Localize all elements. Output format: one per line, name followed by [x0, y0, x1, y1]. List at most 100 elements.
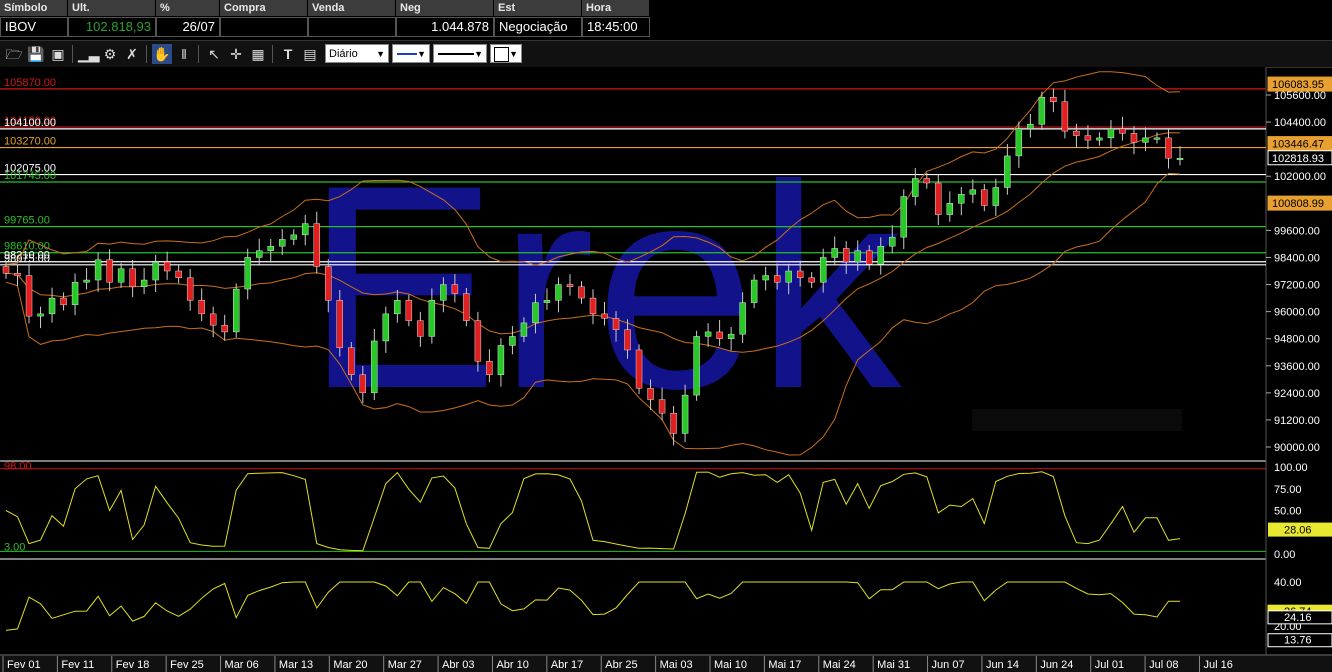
candle-body [624, 329, 631, 351]
candle-body [1165, 137, 1172, 159]
neg-value: 1.044.878 [396, 17, 494, 37]
image-icon[interactable]: ▣ [48, 44, 68, 64]
level-label: 104100.00 [4, 117, 56, 129]
candle-body [497, 345, 505, 375]
candle-body [2, 266, 10, 274]
cursor-icon[interactable]: ↖ [204, 44, 224, 64]
status-value: Negociação [494, 17, 582, 37]
candle-body [1153, 137, 1161, 140]
candle-body [1119, 128, 1126, 134]
price-tag-label: 100808.99 [1272, 198, 1324, 210]
delete-icon[interactable]: ▤ [300, 44, 320, 64]
candle-body [244, 257, 251, 290]
line-style-select[interactable]: ▼ [433, 44, 487, 63]
candle-body [796, 270, 804, 278]
candle-body [140, 279, 148, 287]
chart-style-icon[interactable]: ▁▃ [78, 44, 100, 64]
osc-upper-label: 98.00 [4, 461, 32, 473]
candle-body [854, 250, 861, 263]
quote-table: Símbolo Ult. % Compra Venda Neg Est Hora… [0, 0, 650, 38]
candle-body [1096, 137, 1103, 141]
candle-body [532, 302, 539, 324]
candle-body [635, 349, 643, 389]
candle-body [509, 336, 516, 346]
candle-body [48, 297, 56, 315]
price-scale-label: 99600.00 [1274, 225, 1320, 237]
level-label: 99765.00 [4, 215, 50, 227]
price-scale-label: 92400.00 [1274, 388, 1320, 400]
candle-body [336, 300, 343, 348]
candle-body [440, 284, 447, 301]
crosshair-icon[interactable]: ✛ [226, 44, 246, 64]
candle-body [693, 336, 700, 396]
candle-body [117, 268, 125, 283]
x-axis-label: Abr 10 [496, 659, 528, 671]
candle-body [290, 234, 297, 240]
period-select[interactable]: Diário ▼ [325, 44, 389, 63]
level-label: 101745.00 [4, 170, 56, 182]
settings-icon[interactable]: ⚙ [100, 44, 120, 64]
price-chart[interactable]: Erek 105870.00104180.00104100.00103270.0… [0, 67, 1332, 672]
candle-body [555, 284, 562, 301]
level-label: 105870.00 [4, 77, 56, 89]
osc-value-tag: 28.06 [1284, 525, 1312, 537]
candle-body [992, 187, 1000, 206]
x-axis-label: Fev 25 [170, 659, 204, 671]
price-scale-label: 104400.00 [1274, 117, 1326, 129]
x-axis-label: Abr 17 [551, 659, 583, 671]
candle-body [209, 313, 217, 326]
candle-body [946, 203, 954, 215]
header-neg: Neg [396, 0, 494, 16]
fill-color-select[interactable]: ▼ [490, 44, 522, 63]
x-axis-label: Fev 18 [116, 659, 150, 671]
candle-body [704, 331, 712, 337]
candle-body [129, 268, 136, 287]
hand-icon[interactable]: ✋ [152, 44, 172, 64]
osc-scale-label: 100.00 [1274, 462, 1308, 474]
grid-icon[interactable]: ▦ [248, 44, 268, 64]
save-icon[interactable]: 💾 [26, 44, 46, 64]
candle-body [474, 320, 482, 362]
last-value: 102.818,93 [68, 17, 156, 37]
x-axis-label: Mar 13 [279, 659, 313, 671]
text-tool-icon[interactable]: T [278, 44, 298, 64]
header-status: Est [494, 0, 582, 16]
x-axis-label: Jun 07 [932, 659, 965, 671]
x-axis-label: Mar 06 [225, 659, 259, 671]
hidden-box [972, 409, 1182, 431]
candle-body [877, 245, 884, 265]
indicators-icon[interactable]: ‖ [174, 44, 194, 64]
candle-body [313, 223, 320, 267]
candle-body [221, 324, 228, 333]
x-axis-label: Mai 03 [660, 659, 693, 671]
candle-body [94, 259, 102, 281]
oscillator-line [5, 471, 1181, 552]
candle-body [727, 333, 735, 339]
candle-body [670, 412, 677, 434]
candle-body [417, 320, 424, 337]
clear-icon[interactable]: ✗ [122, 44, 142, 64]
candle-body [152, 261, 159, 281]
candle-body [1142, 137, 1149, 143]
candle-body [486, 361, 493, 375]
open-icon[interactable]: 🗁 [4, 44, 24, 64]
x-axis-label: Mar 20 [333, 659, 367, 671]
x-axis-label: Mai 17 [768, 659, 801, 671]
time-value: 18:45:00 [582, 17, 650, 37]
candle-body [37, 313, 44, 317]
symbol-value[interactable]: IBOV [0, 17, 68, 37]
x-axis-label: Mai 24 [823, 659, 856, 671]
candle-body [601, 313, 608, 319]
candle-body [163, 261, 171, 272]
candle-body [1027, 124, 1034, 130]
price-scale-label: 90000.00 [1274, 442, 1320, 454]
candle-body [463, 293, 470, 321]
candle-body [889, 236, 896, 247]
candle-body [175, 270, 182, 278]
x-axis-label: Fev 01 [7, 659, 41, 671]
price-scale-label: 97200.00 [1274, 280, 1320, 292]
candle-body [969, 189, 977, 195]
line-color-select[interactable]: ▼ [392, 44, 430, 63]
candle-body [1061, 101, 1069, 132]
candle-body [279, 239, 286, 247]
